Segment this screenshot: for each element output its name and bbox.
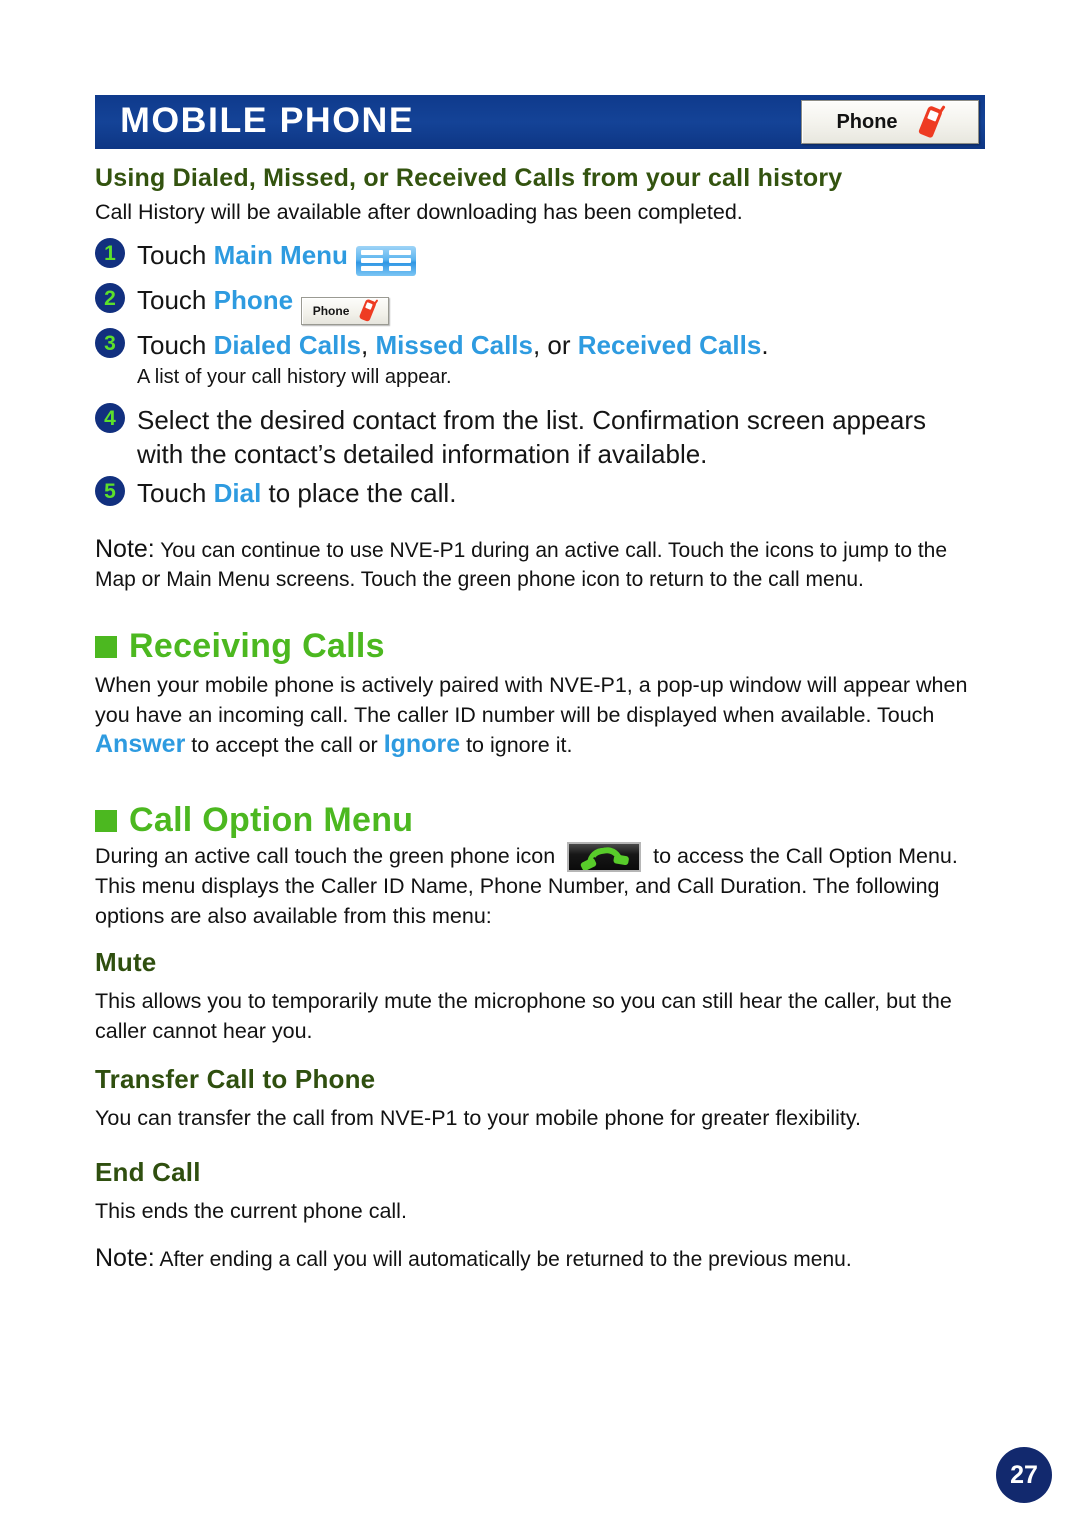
header-phone-button-label: Phone [836, 110, 898, 133]
header-phone-button[interactable]: Phone [801, 100, 979, 144]
phone-chip-icon[interactable]: Phone [301, 297, 390, 326]
step-5-pre: Touch [137, 478, 214, 508]
step-3: 3 Touch Dialed Calls, Missed Calls, or R… [95, 328, 769, 391]
note-2: Note: After ending a call you will autom… [95, 1244, 990, 1274]
receiving-calls-paragraph: When your mobile phone is actively paire… [95, 671, 990, 761]
step-1-number: 1 [95, 238, 125, 268]
step-3-accent-dialed[interactable]: Dialed Calls [214, 330, 361, 360]
step-2-accent[interactable]: Phone [214, 285, 293, 315]
step-5-number: 5 [95, 476, 125, 506]
call-option-menu-heading-text: Call Option Menu [129, 801, 414, 839]
step-2-number: 2 [95, 283, 125, 313]
call-history-lead-text: Call History will be available after dow… [95, 200, 743, 224]
step-3-accent-received[interactable]: Received Calls [578, 330, 762, 360]
transfer-call-to-phone-paragraph: You can transfer the call from NVE-P1 to… [95, 1106, 862, 1130]
end-call-paragraph: This ends the current phone call. [95, 1199, 407, 1223]
call-history-heading: Using Dialed, Missed, or Received Calls … [95, 164, 843, 192]
transfer-call-to-phone-heading: Transfer Call to Phone [95, 1064, 376, 1094]
ignore-label[interactable]: Ignore [384, 730, 460, 758]
page-header-bar: MOBILE PHONE Phone [95, 95, 985, 149]
manual-page: MOBILE PHONE Phone Using Dialed, Missed,… [0, 0, 1080, 1531]
mute-paragraph: This allows you to temporarily mute the … [95, 989, 952, 1043]
receiving-calls-part-1: When your mobile phone is actively paire… [95, 673, 968, 727]
step-5-post: to place the call. [261, 478, 457, 508]
red-mobile-phone-icon [356, 297, 382, 326]
step-3-subtext: A list of your call history will appear. [137, 366, 452, 388]
step-4-text: Select the desired contact from the list… [137, 405, 927, 469]
step-5-accent[interactable]: Dial [214, 478, 262, 508]
note-2-text: After ending a call you will automatical… [154, 1248, 852, 1271]
call-option-menu-paragraph: During an active call touch the green ph… [95, 842, 985, 931]
note-1-text: You can continue to use NVE-P1 during an… [95, 539, 948, 591]
step-2-pre: Touch [137, 285, 214, 315]
step-3-post: . [761, 330, 769, 360]
page-number-badge: 27 [996, 1447, 1052, 1503]
phone-chip-icon-label: Phone [312, 304, 350, 318]
green-square-bullet-icon [95, 809, 117, 832]
step-3-pre: Touch [137, 330, 214, 360]
mute-heading: Mute [95, 947, 157, 977]
page-title-text: MOBILE PHONE [120, 101, 415, 141]
step-1-text: Touch Main Menu [137, 238, 416, 276]
step-3-mid-1: , [361, 330, 376, 360]
step-1-accent[interactable]: Main Menu [214, 240, 348, 270]
green-handset-icon[interactable] [567, 842, 642, 872]
step-2: 2 Touch Phone Phone [95, 283, 390, 326]
receiving-calls-heading: Receiving Calls [95, 627, 385, 666]
step-1: 1 Touch Main Menu [95, 238, 416, 276]
step-1-pre: Touch [137, 240, 214, 270]
step-3-text: Touch Dialed Calls, Missed Calls, or Rec… [137, 328, 769, 362]
receiving-calls-heading-text: Receiving Calls [129, 627, 385, 665]
note-2-label: Note: [95, 1244, 155, 1272]
receiving-calls-part-2: to accept the call or [185, 733, 384, 757]
step-2-text: Touch Phone Phone [137, 283, 390, 326]
end-call-heading: End Call [95, 1157, 201, 1187]
note-1-label: Note: [95, 535, 155, 563]
step-5: 5 Touch Dial to place the call. [95, 476, 456, 510]
red-mobile-phone-icon [912, 101, 949, 142]
step-4: 4 Select the desired contact from the li… [95, 403, 975, 471]
green-square-bullet-icon [95, 635, 117, 658]
page-title: MOBILE PHONE [120, 101, 415, 141]
note-1: Note: You can continue to use NVE-P1 dur… [95, 535, 990, 594]
step-3-number: 3 [95, 328, 125, 358]
call-option-menu-part-1: During an active call touch the green ph… [95, 844, 562, 868]
step-3-mid-2: , or [532, 330, 578, 360]
step-3-accent-missed[interactable]: Missed Calls [375, 330, 533, 360]
answer-label[interactable]: Answer [95, 730, 185, 758]
step-5-text: Touch Dial to place the call. [137, 476, 456, 510]
step-4-number: 4 [95, 403, 125, 433]
receiving-calls-part-3: to ignore it. [460, 733, 573, 757]
call-option-menu-heading: Call Option Menu [95, 801, 413, 840]
main-menu-grid-icon[interactable] [355, 246, 416, 276]
